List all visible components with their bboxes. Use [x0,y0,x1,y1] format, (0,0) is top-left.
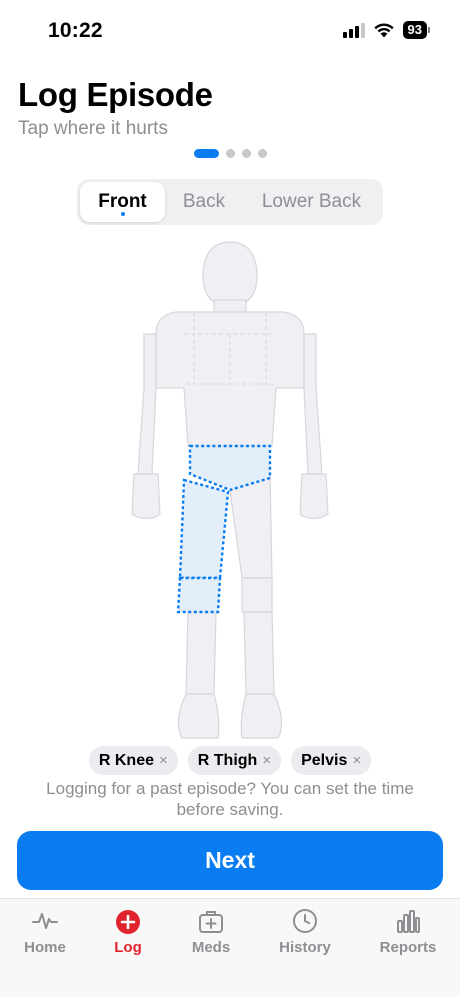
view-selector: Front Back Lower Back [77,179,383,225]
status-time: 10:22 [48,19,103,42]
region-neck[interactable] [213,299,247,313]
battery-level: 93 [402,21,427,39]
page-title: Log Episode [18,76,213,113]
status-icons: 93 [342,21,430,39]
segment-label: Lower Back [261,191,362,212]
region-chip-r-thigh[interactable]: R Thigh × [187,746,282,775]
status-bar: 10:22 93 [0,0,460,60]
view-lower-back-segment[interactable]: Lower Back [243,182,380,222]
tab-log[interactable]: Log [88,907,168,956]
region-head[interactable] [202,241,258,303]
tab-label: History [279,939,331,956]
region-chip-r-knee[interactable]: R Knee × [88,746,178,775]
pulse-icon [32,913,58,929]
region-chip-pelvis[interactable]: Pelvis × [291,746,372,775]
battery-icon: 93 [402,21,430,39]
region-left-thigh[interactable] [229,473,273,579]
remove-icon[interactable]: × [159,752,168,769]
tab-label: Home [24,939,66,956]
region-left-knee[interactable] [241,577,273,613]
region-left-arm[interactable] [303,333,323,475]
plus-circle-icon [116,910,140,934]
segment-label: Front [98,191,147,212]
region-left-hand[interactable] [299,473,329,520]
tab-reports[interactable]: Reports [368,907,448,956]
region-right-arm[interactable] [137,333,157,475]
region-right-foot[interactable] [177,693,220,739]
cellular-signal-icon [342,22,365,38]
tab-bar: Home Log Meds History Reports [0,898,460,997]
bar-chart-icon [397,910,420,933]
region-right-thigh-selected[interactable] [178,478,230,580]
segment-label: Back [182,191,226,212]
tab-meds[interactable]: Meds [171,907,251,956]
medkit-icon [199,911,223,933]
chip-label: R Knee [98,751,154,769]
tab-label: Reports [379,939,437,956]
remove-icon[interactable]: × [352,752,361,769]
region-left-shin[interactable] [243,611,275,695]
next-button[interactable]: Next [17,831,443,890]
chip-label: Pelvis [301,751,348,769]
tab-label: Meds [191,939,231,956]
region-right-hand[interactable] [131,473,161,520]
past-episode-note: Logging for a past episode? You can set … [46,779,414,819]
selected-regions: R Knee × R Thigh × Pelvis × [0,746,460,775]
view-front-segment[interactable]: Front [80,182,165,222]
chip-label: R Thigh [197,751,258,769]
body-map [131,241,329,739]
page-subtitle: Tap where it hurts [18,118,168,139]
step-dot [241,149,251,158]
tab-label: Log [114,939,142,956]
step-indicator [0,149,460,158]
region-right-shin[interactable] [185,611,217,695]
remove-icon[interactable]: × [262,752,271,769]
step-dot-active [193,149,219,158]
step-dot [257,149,267,158]
tab-home[interactable]: Home [5,907,85,956]
tab-history[interactable]: History [265,907,345,956]
region-right-knee-selected[interactable] [176,576,222,614]
step-dot [225,149,235,158]
view-back-segment[interactable]: Back [165,182,243,222]
wifi-icon [373,23,394,38]
selected-indicator-dot [120,212,125,216]
clock-icon [293,909,317,933]
region-left-foot[interactable] [240,693,283,739]
